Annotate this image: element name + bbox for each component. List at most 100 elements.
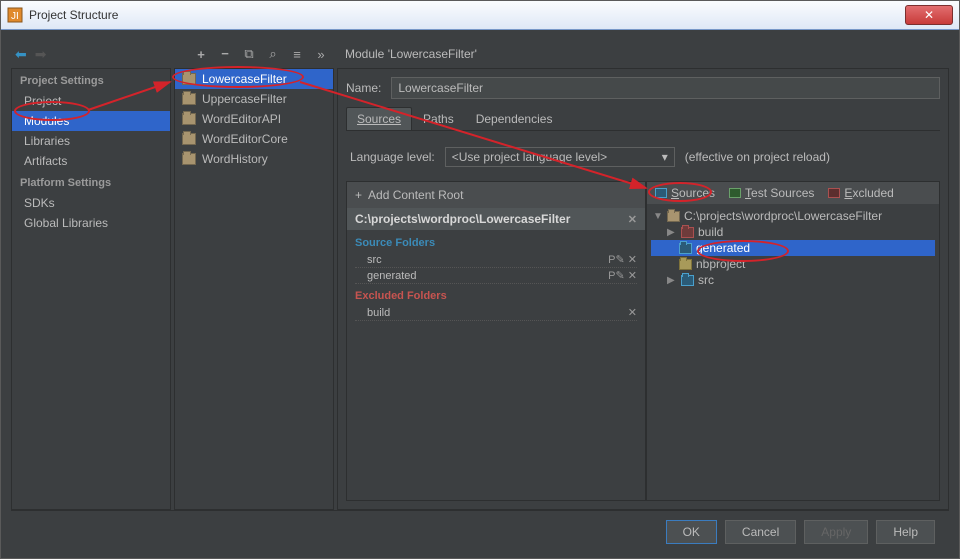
module-item[interactable]: UppercaseFilter [175, 89, 333, 109]
remove-icon[interactable]: ✕ [628, 306, 637, 319]
history-toolbar: ⬅ ➡ [11, 40, 171, 68]
remove-module-button[interactable]: − [218, 47, 232, 61]
folder-icon [681, 227, 694, 238]
expand-icon[interactable]: ▶ [667, 227, 677, 238]
module-item[interactable]: WordHistory [175, 149, 333, 169]
tree-label: src [698, 273, 714, 287]
content-roots-panel: + Add Content Root C:\projects\wordproc\L… [346, 181, 646, 501]
ok-button[interactable]: OK [666, 520, 717, 544]
module-label: UppercaseFilter [202, 92, 287, 106]
remove-icon[interactable]: ✕ [628, 254, 637, 266]
tab-label: Sources [357, 112, 401, 126]
folder-icon [182, 133, 196, 145]
excluded-folder-row: build ✕ [355, 305, 637, 321]
module-item[interactable]: WordEditorCore [175, 129, 333, 149]
folder-tree-panel: Sources Test Sources Excluded ▼ C:\projec… [646, 181, 940, 501]
chevron-down-icon: ▾ [662, 150, 668, 164]
expand-icon[interactable]: ▶ [667, 275, 677, 286]
content-root[interactable]: C:\projects\wordproc\LowercaseFilter ✕ [347, 208, 645, 230]
tree-item[interactable]: nbproject [651, 256, 935, 272]
module-item[interactable]: LowercaseFilter [175, 69, 333, 89]
folder-icon [182, 153, 196, 165]
nav-modules[interactable]: Modules [12, 111, 170, 131]
tree-item[interactable]: ▶ src [651, 272, 935, 288]
folder-icon [182, 113, 196, 125]
apply-button[interactable]: Apply [804, 520, 868, 544]
tests-swatch-icon [729, 188, 741, 198]
section-project-settings: Project Settings [12, 69, 170, 91]
window-title: Project Structure [29, 8, 905, 22]
svg-text:JI: JI [11, 11, 19, 22]
mark-test-sources-button[interactable]: Test Sources [729, 186, 814, 200]
mark-sources-button[interactable]: Sources [655, 186, 715, 200]
language-level-hint: (effective on project reload) [685, 150, 830, 164]
nav-global-libraries[interactable]: Global Libraries [12, 213, 170, 233]
module-label: WordHistory [202, 152, 268, 166]
module-label: LowercaseFilter [202, 72, 287, 86]
tree-label: nbproject [696, 257, 745, 271]
plus-icon: + [355, 188, 362, 202]
close-button[interactable]: ✕ [905, 5, 953, 25]
select-value: <Use project language level> [452, 150, 607, 164]
language-level-label: Language level: [350, 150, 435, 164]
mark-label: Excluded [844, 186, 893, 200]
mark-label: Test Sources [745, 186, 814, 200]
tree-item[interactable]: generated [651, 240, 935, 256]
module-item[interactable]: WordEditorAPI [175, 109, 333, 129]
folder-icon [679, 259, 692, 270]
nav-sdks[interactable]: SDKs [12, 193, 170, 213]
folder-name: src [367, 254, 382, 266]
edit-props-icon[interactable]: P✎ [608, 270, 625, 282]
excluded-swatch-icon [828, 188, 840, 198]
help-button[interactable]: Help [876, 520, 935, 544]
find-button[interactable]: ⌕ [266, 47, 280, 61]
folder-icon [667, 211, 680, 222]
module-header: Module 'LowercaseFilter' [337, 40, 949, 68]
copy-module-button[interactable]: ⧉ [242, 47, 256, 61]
titlebar: JI Project Structure ✕ [1, 1, 959, 30]
tab-paths[interactable]: Paths [412, 107, 465, 130]
dialog-buttons: OK Cancel Apply Help [11, 510, 949, 552]
folder-icon [681, 275, 694, 286]
collapse-icon[interactable]: ▼ [653, 211, 663, 222]
module-label: WordEditorAPI [202, 112, 281, 126]
language-level-select[interactable]: <Use project language level> ▾ [445, 147, 675, 167]
tab-sources[interactable]: Sources [346, 107, 412, 130]
remove-root-button[interactable]: ✕ [628, 213, 637, 226]
mark-label: Sources [671, 186, 715, 200]
more-button[interactable]: » [314, 47, 328, 61]
tree-item[interactable]: ▶ build [651, 224, 935, 240]
source-folders-title: Source Folders [355, 237, 637, 249]
folder-name: generated [367, 270, 417, 282]
mark-excluded-button[interactable]: Excluded [828, 186, 893, 200]
module-tabs: Sources Paths Dependencies [346, 107, 940, 131]
tree-label: generated [696, 241, 750, 255]
settings-nav: Project Settings Project Modules Librari… [11, 68, 171, 510]
source-folder-row: src P✎ ✕ [355, 252, 637, 268]
module-list: LowercaseFilter UppercaseFilter WordEdit… [174, 68, 334, 510]
add-content-root-button[interactable]: Add Content Root [368, 188, 463, 202]
add-module-button[interactable]: + [194, 47, 208, 61]
expand-button[interactable]: ≡ [290, 47, 304, 61]
module-label: WordEditorCore [202, 132, 288, 146]
tree-label: C:\projects\wordproc\LowercaseFilter [684, 209, 882, 223]
nav-artifacts[interactable]: Artifacts [12, 151, 170, 171]
content-root-path: C:\projects\wordproc\LowercaseFilter [355, 212, 570, 226]
folder-icon [679, 243, 692, 254]
folder-icon [182, 73, 196, 85]
folder-name: build [367, 307, 390, 319]
nav-libraries[interactable]: Libraries [12, 131, 170, 151]
forward-button[interactable]: ➡ [35, 46, 47, 63]
module-toolbar: + − ⧉ ⌕ ≡ » [174, 40, 334, 68]
cancel-button[interactable]: Cancel [725, 520, 796, 544]
tree-root[interactable]: ▼ C:\projects\wordproc\LowercaseFilter [651, 208, 935, 224]
sources-swatch-icon [655, 188, 667, 198]
tree-label: build [698, 225, 723, 239]
folder-icon [182, 93, 196, 105]
edit-props-icon[interactable]: P✎ [608, 254, 625, 266]
nav-project[interactable]: Project [12, 91, 170, 111]
remove-icon[interactable]: ✕ [628, 270, 637, 282]
tab-dependencies[interactable]: Dependencies [465, 107, 564, 130]
module-name-input[interactable] [391, 77, 940, 99]
back-button[interactable]: ⬅ [15, 46, 27, 63]
